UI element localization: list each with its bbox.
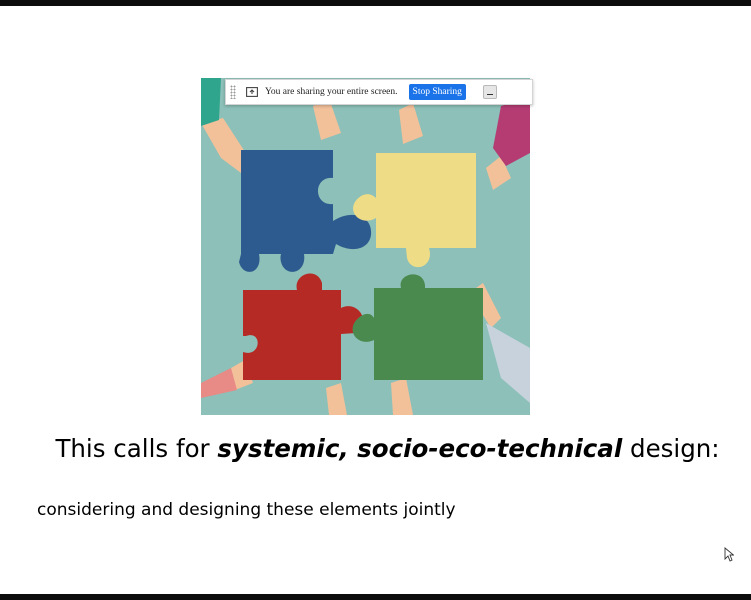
puzzle-illustration — [201, 78, 530, 415]
slide-subtitle: considering and designing these elements… — [37, 500, 456, 520]
teal-sleeve — [201, 78, 221, 126]
screen-share-bar: You are sharing your entire screen. Stop… — [225, 79, 533, 105]
slide-title-prefix: This calls for — [55, 434, 218, 463]
presentation-slide: You are sharing your entire screen. Stop… — [0, 6, 751, 594]
minimize-icon[interactable] — [482, 85, 497, 99]
slide-title-emphasis: systemic, socio-eco-technical — [217, 434, 623, 463]
stop-sharing-button[interactable]: Stop Sharing — [408, 84, 466, 100]
screen-share-icon — [246, 86, 258, 98]
mouse-cursor-icon — [724, 547, 734, 562]
slide-title: This calls for systemic, socio-eco-techn… — [0, 434, 751, 463]
share-status-text: You are sharing your entire screen. — [265, 87, 398, 97]
slide-title-suffix: design: — [622, 434, 720, 463]
drag-handle-icon[interactable] — [230, 85, 236, 99]
